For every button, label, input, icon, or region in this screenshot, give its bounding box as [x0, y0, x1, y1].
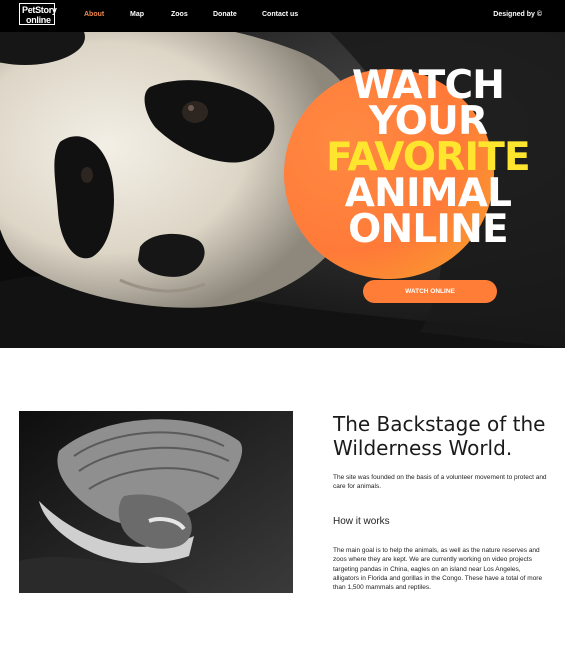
logo-text-line2: online	[26, 15, 51, 25]
goal-paragraph: The main goal is to help the animals, as…	[333, 547, 543, 592]
hero-headline-line5: ONLINE	[348, 207, 508, 252]
hero-banner: WATCH YOUR FAVORITE ANIMAL ONLINE WATCH …	[0, 32, 565, 348]
nav-item-contact-us[interactable]: Contact us	[262, 11, 298, 18]
hero-headline: WATCH YOUR FAVORITE ANIMAL ONLINE	[300, 66, 556, 252]
how-it-works-heading: How it works	[333, 516, 390, 527]
section-title: The Backstage of the Wilderness World.	[333, 412, 546, 460]
nav-item-donate[interactable]: Donate	[213, 11, 237, 18]
watch-online-button[interactable]: WATCH ONLINE	[363, 280, 497, 303]
designed-by-credit: Designed by ©	[493, 11, 542, 18]
logo-text-line1: PetStory	[22, 5, 57, 15]
farmer-photo	[19, 411, 293, 593]
site-logo[interactable]: PetStory online	[19, 3, 57, 25]
nav-item-map[interactable]: Map	[130, 11, 144, 18]
nav-item-about[interactable]: About	[84, 11, 104, 18]
nav-item-zoos[interactable]: Zoos	[171, 11, 188, 18]
top-navbar: PetStory online About Map Zoos Donate Co…	[0, 0, 565, 32]
intro-paragraph: The site was founded on the basis of a v…	[333, 474, 547, 490]
